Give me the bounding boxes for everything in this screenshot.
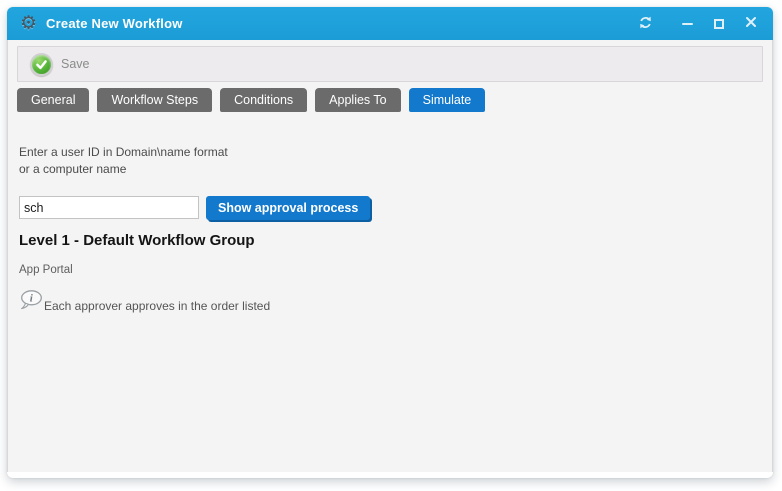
approver-group-name: App Portal bbox=[19, 264, 762, 276]
tab-bar: General Workflow Steps Conditions Applie… bbox=[17, 88, 772, 112]
window-title: Create New Workflow bbox=[46, 16, 182, 31]
user-id-input[interactable] bbox=[19, 196, 199, 219]
titlebar[interactable]: ⚙ Create New Workflow bbox=[7, 7, 773, 40]
create-new-workflow-window: ⚙ Create New Workflow bbox=[7, 7, 773, 478]
app-gear-icon: ⚙ bbox=[20, 14, 37, 33]
tab-simulate[interactable]: Simulate bbox=[409, 88, 486, 112]
window-controls bbox=[636, 14, 760, 34]
save-button[interactable]: Save bbox=[26, 51, 94, 78]
info-note-text: Each approver approves in the order list… bbox=[44, 299, 270, 313]
info-speech-bubble-icon: i bbox=[19, 289, 43, 311]
client-area: Save General Workflow Steps Conditions A… bbox=[7, 40, 773, 472]
green-checkmark-circle-icon bbox=[30, 53, 53, 76]
close-icon bbox=[745, 16, 757, 31]
instruction-line-2: or a computer name bbox=[19, 161, 762, 178]
close-button[interactable] bbox=[742, 14, 760, 34]
screen-background: ⚙ Create New Workflow bbox=[0, 0, 782, 491]
save-button-label: Save bbox=[61, 57, 90, 71]
tab-general[interactable]: General bbox=[17, 88, 89, 112]
tab-conditions[interactable]: Conditions bbox=[220, 88, 307, 112]
minimize-button[interactable] bbox=[678, 14, 696, 34]
refresh-button[interactable] bbox=[636, 14, 654, 34]
refresh-icon bbox=[638, 15, 653, 33]
show-approval-process-button[interactable]: Show approval process bbox=[206, 196, 370, 220]
info-note-row: i Each approver approves in the order li… bbox=[19, 289, 762, 311]
tab-workflow-steps[interactable]: Workflow Steps bbox=[97, 88, 212, 112]
toolbar: Save bbox=[17, 46, 763, 82]
simulate-input-row: Show approval process bbox=[19, 196, 762, 220]
instruction-line-1: Enter a user ID in Domain\name format bbox=[19, 144, 762, 161]
maximize-button[interactable] bbox=[710, 14, 728, 34]
tab-applies-to[interactable]: Applies To bbox=[315, 88, 400, 112]
instruction-text: Enter a user ID in Domain\name format or… bbox=[19, 144, 762, 178]
minimize-icon bbox=[682, 23, 693, 25]
simulate-tab-panel: Enter a user ID in Domain\name format or… bbox=[8, 112, 772, 472]
level-heading: Level 1 - Default Workflow Group bbox=[19, 232, 762, 249]
maximize-icon bbox=[714, 19, 724, 29]
